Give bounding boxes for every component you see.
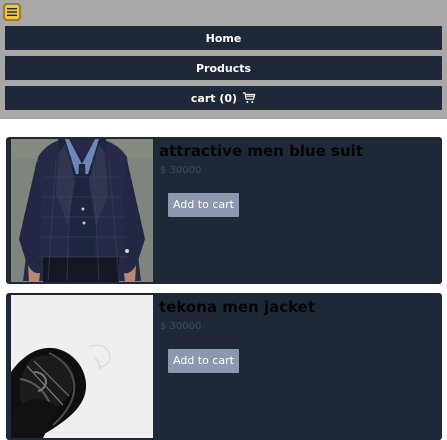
product-image-suit	[11, 139, 153, 282]
shopping-cart-icon	[242, 92, 256, 104]
nav-link-cart[interactable]: cart (0)	[5, 86, 442, 110]
product-price: $ 30000	[160, 321, 202, 332]
product-image-jacket	[11, 295, 153, 438]
hamburger-icon	[7, 8, 17, 16]
product-title: attractive men blue suit	[159, 142, 363, 160]
nav-label-home: Home	[205, 31, 242, 45]
product-title: tekona men jacket	[159, 298, 316, 316]
nav-label-products: Products	[195, 61, 252, 75]
add-to-cart-button[interactable]: Add to cart	[168, 349, 239, 373]
cart-link-content: cart (0)	[191, 92, 256, 105]
nav-link-home[interactable]: Home	[5, 26, 442, 50]
product-price: $ 30000	[160, 165, 202, 176]
top-navigation: Home Products cart (0)	[0, 0, 447, 119]
nav-label-cart: cart (0)	[190, 91, 238, 105]
menu-toggle-button[interactable]	[3, 3, 21, 21]
product-card-jacket: tekona men jacket $ 30000 Add to cart	[6, 293, 442, 440]
nav-link-products[interactable]: Products	[5, 56, 442, 80]
add-to-cart-button[interactable]: Add to cart	[168, 193, 239, 217]
product-card-suit: attractive men blue suit $ 30000 Add to …	[6, 137, 442, 284]
